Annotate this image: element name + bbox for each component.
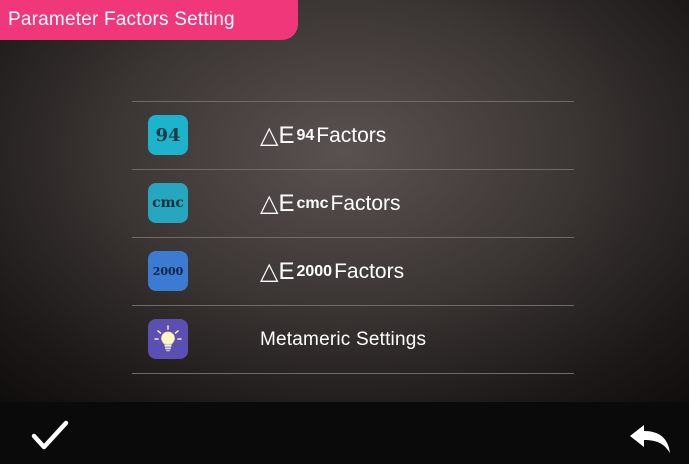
lightbulb-icon [148,319,188,359]
menu-item-de94-factors[interactable]: 94 △E 94 Factors [132,102,574,170]
factors-suffix: Factors [316,123,387,147]
factors-suffix: Factors [330,191,401,215]
de94-icon: 94 [148,115,188,155]
back-button[interactable] [628,423,672,455]
decmc-icon-text: cmc [152,195,184,211]
de94-icon-text: 94 [155,124,181,146]
factors-menu: 94 △E 94 Factors cmc △E cmc Factors 2000 △E 2… [132,101,574,374]
de2000-icon: 2000 [148,251,188,291]
bottom-toolbar [0,402,689,464]
checkmark-icon [31,420,69,450]
menu-item-metameric-settings[interactable]: Metameric Settings [132,306,574,374]
page-title: Parameter Factors Setting [0,0,298,40]
confirm-button[interactable] [30,419,70,453]
menu-item-label: △E cmc Factors [260,170,401,237]
menu-item-de2000-factors[interactable]: 2000 △E 2000 Factors [132,238,574,306]
factors-suffix: Factors [334,259,405,283]
menu-item-label: △E 94 Factors [260,102,386,169]
menu-item-decmc-factors[interactable]: cmc △E cmc Factors [132,170,574,238]
delta-e-subscript: 2000 [296,262,333,280]
decmc-icon: cmc [148,183,188,223]
delta-e-subscript: 94 [296,126,315,144]
de2000-icon-text: 2000 [152,264,184,278]
delta-e-symbol: △E [260,122,295,149]
delta-e-symbol: △E [260,190,295,217]
menu-item-label: Metameric Settings [260,328,427,350]
back-arrow-icon [630,425,670,453]
menu-item-label: △E 2000 Factors [260,238,404,305]
delta-e-symbol: △E [260,258,295,285]
delta-e-subscript: cmc [296,194,329,212]
